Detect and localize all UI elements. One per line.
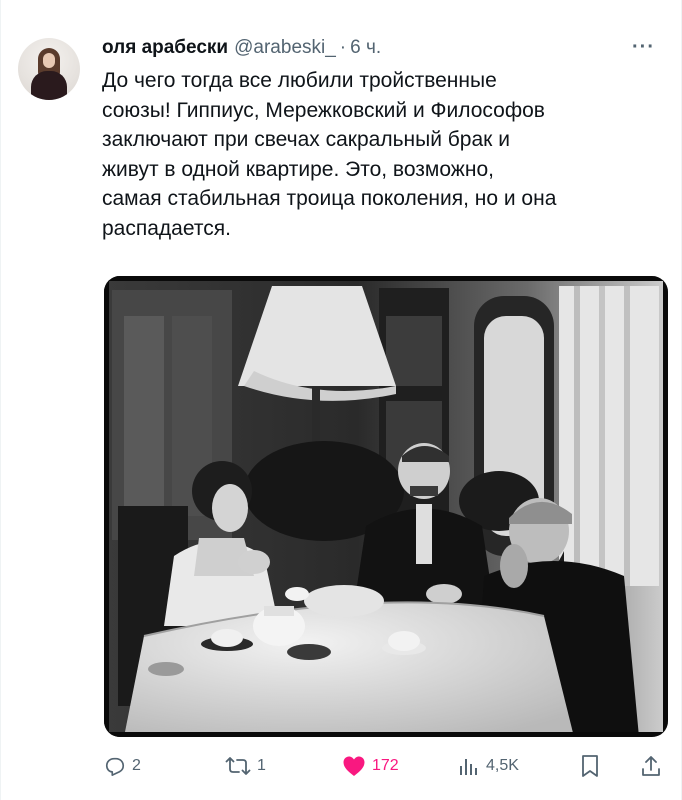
avatar-face xyxy=(43,53,55,68)
display-name[interactable]: оля арабески xyxy=(102,37,228,59)
tweet-text-line: союзы! Гиппиус, Мережковский и Философов xyxy=(102,98,545,122)
tweet-photo[interactable] xyxy=(104,276,668,737)
retweet-icon xyxy=(225,757,251,775)
share-icon xyxy=(642,756,660,776)
heart-icon xyxy=(343,756,365,776)
tweet-text-line: распадается. xyxy=(102,216,231,240)
reply-button[interactable]: 2 xyxy=(104,748,141,784)
photo-illustration xyxy=(104,276,668,737)
like-button[interactable]: 172 xyxy=(342,748,399,784)
share-button[interactable] xyxy=(640,748,662,784)
reply-count: 2 xyxy=(132,757,141,774)
more-icon[interactable]: ··· xyxy=(632,37,655,57)
retweet-button[interactable]: 1 xyxy=(225,748,266,784)
tweet-text: До чего тогда все любили тройственные со… xyxy=(102,66,667,244)
timestamp[interactable]: 6 ч. xyxy=(350,37,381,59)
tweet-text-line: самая стабильная троица поколения, но и … xyxy=(102,187,557,211)
timeline-border-left xyxy=(0,0,1,800)
separator-dot: · xyxy=(339,37,347,58)
tweet-text-line: До чего тогда все любили тройственные xyxy=(102,69,497,92)
views-button[interactable]: 4,5K xyxy=(458,748,519,784)
tweet-header: оля арабески @arabeski_ · 6 ч. xyxy=(102,36,381,60)
bookmark-icon xyxy=(582,755,598,777)
reply-icon xyxy=(105,757,125,776)
avatar-body xyxy=(31,71,67,100)
like-count: 172 xyxy=(372,757,399,774)
tweet-text-line: живут в одной квартире. Это, возможно, xyxy=(102,157,494,181)
avatar[interactable] xyxy=(18,38,80,100)
bookmark-button[interactable] xyxy=(580,748,600,784)
action-bar: 2 1 172 4,5K xyxy=(0,748,682,784)
tweet-text-line: заключают при свечах сакральный брак и xyxy=(102,128,510,152)
views-icon xyxy=(460,759,477,775)
view-count: 4,5K xyxy=(486,757,519,774)
retweet-count: 1 xyxy=(257,757,266,774)
user-handle[interactable]: @arabeski_ xyxy=(234,37,336,59)
